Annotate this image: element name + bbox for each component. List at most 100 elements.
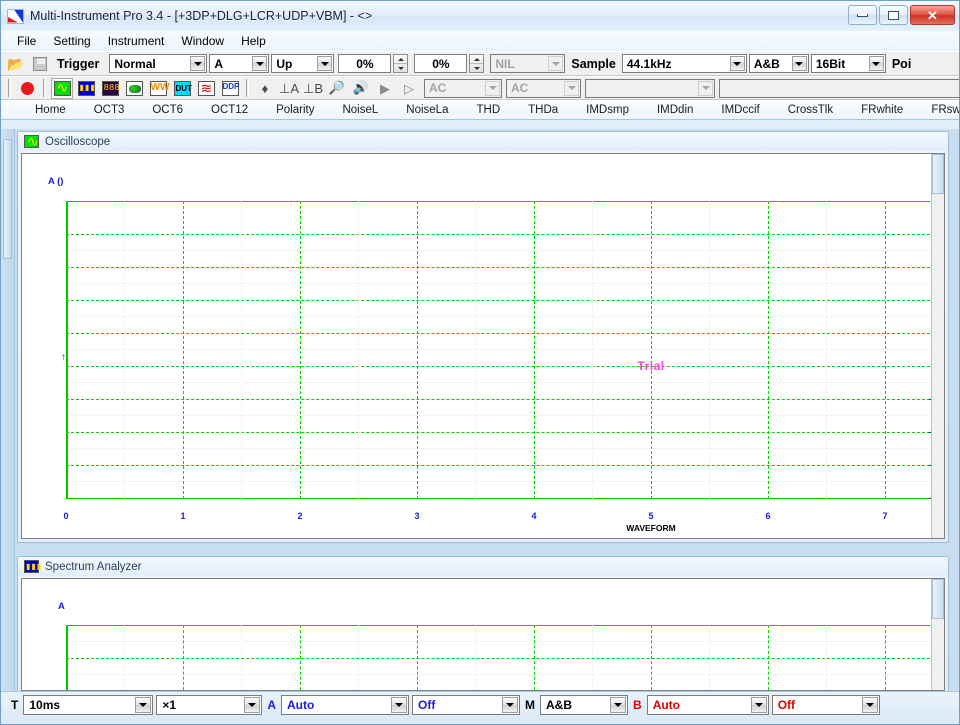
trigger-delay-stepper[interactable] <box>469 54 485 73</box>
filter-a-select[interactable] <box>585 78 715 98</box>
spectrum-analyzer-panel-titlebar[interactable]: Spectrum Analyzer <box>18 557 948 576</box>
channel-b-range-select[interactable]: Auto <box>646 695 769 715</box>
chevron-down-icon[interactable] <box>698 80 713 96</box>
chevron-down-icon[interactable] <box>317 56 333 71</box>
channel-a-range-select[interactable]: Auto <box>281 695 410 715</box>
chevron-down-icon[interactable] <box>564 80 579 96</box>
tab-frwhite[interactable]: FRwhite <box>847 102 917 118</box>
trigger-delay-field[interactable]: 0% <box>414 54 468 73</box>
sound-output-button[interactable]: 🔊 <box>350 78 372 99</box>
coupling-b-select[interactable]: AC <box>506 78 581 98</box>
tab-frsw[interactable]: FRsw <box>917 102 959 118</box>
points-label: Poi <box>891 56 912 71</box>
menu-item-file[interactable]: File <box>9 32 44 50</box>
tab-oct3[interactable]: OCT3 <box>80 102 139 118</box>
probe-calibration-button[interactable]: 🔎 <box>326 78 348 99</box>
chevron-down-icon[interactable] <box>391 697 408 713</box>
open-file-button[interactable]: 📂 <box>5 53 27 74</box>
spectrum-3d-plot-button[interactable] <box>123 78 145 99</box>
trigger-mode-select[interactable]: Normal <box>109 54 208 73</box>
marker-mode-select[interactable]: A&B <box>540 695 629 715</box>
chevron-down-icon[interactable] <box>610 697 627 713</box>
oscilloscope-button[interactable] <box>51 77 73 99</box>
oscilloscope-plot-area[interactable]: A () ↑ 0 1 2 3 4 5 6 7 Trial WAVEFORM <box>21 153 945 539</box>
channel-a-mode-select[interactable]: Off <box>412 695 521 715</box>
play-button[interactable]: ▶ <box>374 78 396 99</box>
close-button[interactable]: ✕ <box>910 5 955 25</box>
tab-thda[interactable]: THDa <box>514 102 572 118</box>
trigger-level-stepper[interactable] <box>393 54 409 73</box>
trigger-level-field[interactable]: 0% <box>338 54 392 73</box>
chevron-down-icon[interactable] <box>861 697 878 713</box>
gridline-minor <box>66 415 930 416</box>
scrollbar-thumb[interactable] <box>932 154 944 194</box>
chevron-down-icon[interactable] <box>729 56 745 71</box>
signal-generator-button[interactable] <box>147 78 169 99</box>
sample-rate-select[interactable]: 44.1kHz <box>621 54 747 73</box>
oscilloscope-panel-titlebar[interactable]: Oscilloscope <box>18 132 948 151</box>
tab-home[interactable]: Home <box>21 102 80 118</box>
mdi-left-scrollbar[interactable] <box>1 129 15 691</box>
trigger-channel-select[interactable]: A <box>209 54 270 73</box>
lcr-meter-button[interactable] <box>195 78 217 99</box>
spectrum-plot-area[interactable]: A <box>21 578 945 691</box>
chevron-down-icon[interactable] <box>135 697 152 713</box>
chevron-down-icon[interactable] <box>252 56 268 71</box>
oscilloscope-vertical-scrollbar[interactable] <box>931 154 944 538</box>
trigger-edge-select[interactable]: Up <box>271 54 335 73</box>
ground-a-button[interactable]: ⊥A <box>278 78 300 99</box>
menu-item-help[interactable]: Help <box>233 32 274 50</box>
spectrum-analyzer-button[interactable] <box>75 78 97 99</box>
filter-b-select[interactable] <box>719 78 959 98</box>
tab-crosstlk[interactable]: CrossTlk <box>774 102 847 118</box>
marker-label: M <box>525 698 536 712</box>
zoom-select[interactable]: ×1 <box>156 695 263 715</box>
chevron-down-icon[interactable] <box>502 697 519 713</box>
chevron-down-icon[interactable] <box>791 56 807 71</box>
trigger-nil-select[interactable]: NIL <box>490 54 566 73</box>
channel-b-mode-select[interactable]: Off <box>771 695 880 715</box>
device-test-plan-button[interactable] <box>171 78 193 99</box>
gridline <box>66 267 930 268</box>
scrollbar-thumb[interactable] <box>3 139 12 259</box>
chevron-down-icon[interactable] <box>548 56 564 71</box>
chevron-down-icon[interactable] <box>868 56 884 71</box>
multimeter-button[interactable] <box>99 78 121 99</box>
menu-item-window[interactable]: Window <box>173 32 232 50</box>
tab-imdsmp[interactable]: IMDsmp <box>572 102 643 118</box>
tab-imdccif[interactable]: IMDccif <box>707 102 773 118</box>
chevron-down-icon[interactable] <box>190 56 206 71</box>
tab-polarity[interactable]: Polarity <box>262 102 328 118</box>
menu-item-setting[interactable]: Setting <box>45 32 98 50</box>
oscilloscope-panel-icon <box>24 133 39 150</box>
channel-a-zero-marker-icon[interactable]: ↑ <box>61 353 66 363</box>
timebase-select[interactable]: 10ms <box>23 695 154 715</box>
channel-b-label: B <box>633 698 642 712</box>
tab-oct6[interactable]: OCT6 <box>138 102 197 118</box>
save-file-button[interactable] <box>29 53 51 74</box>
tab-noisel[interactable]: NoiseL <box>328 102 392 118</box>
chevron-down-icon[interactable] <box>244 697 261 713</box>
speaker-cone-button[interactable]: ♦ <box>254 78 276 99</box>
chevron-down-icon[interactable] <box>485 80 500 96</box>
ground-b-button[interactable]: ⊥B <box>302 78 324 99</box>
bit-depth-select[interactable]: 16Bit <box>810 54 886 73</box>
data-logger-button[interactable] <box>219 78 241 99</box>
coupling-a-select[interactable]: AC <box>424 78 502 98</box>
record-button[interactable] <box>16 78 38 99</box>
play-record-button[interactable]: ▷ <box>398 78 420 99</box>
chevron-down-icon[interactable] <box>750 697 767 713</box>
menu-item-instrument[interactable]: Instrument <box>100 32 173 50</box>
tab-thd[interactable]: THD <box>462 102 514 118</box>
spectrum-vertical-scrollbar[interactable] <box>931 579 944 690</box>
trigger-mode-value: Normal <box>114 56 156 71</box>
tab-noisela[interactable]: NoiseLa <box>392 102 462 118</box>
scrollbar-thumb[interactable] <box>932 579 944 619</box>
tab-imddin[interactable]: IMDdin <box>643 102 707 118</box>
minimize-button[interactable] <box>848 5 877 25</box>
gridline <box>885 201 886 499</box>
maximize-button[interactable] <box>879 5 908 25</box>
tab-oct12[interactable]: OCT12 <box>197 102 262 118</box>
spectrum-panel-icon <box>24 560 42 573</box>
channel-mode-select[interactable]: A&B <box>748 54 809 73</box>
